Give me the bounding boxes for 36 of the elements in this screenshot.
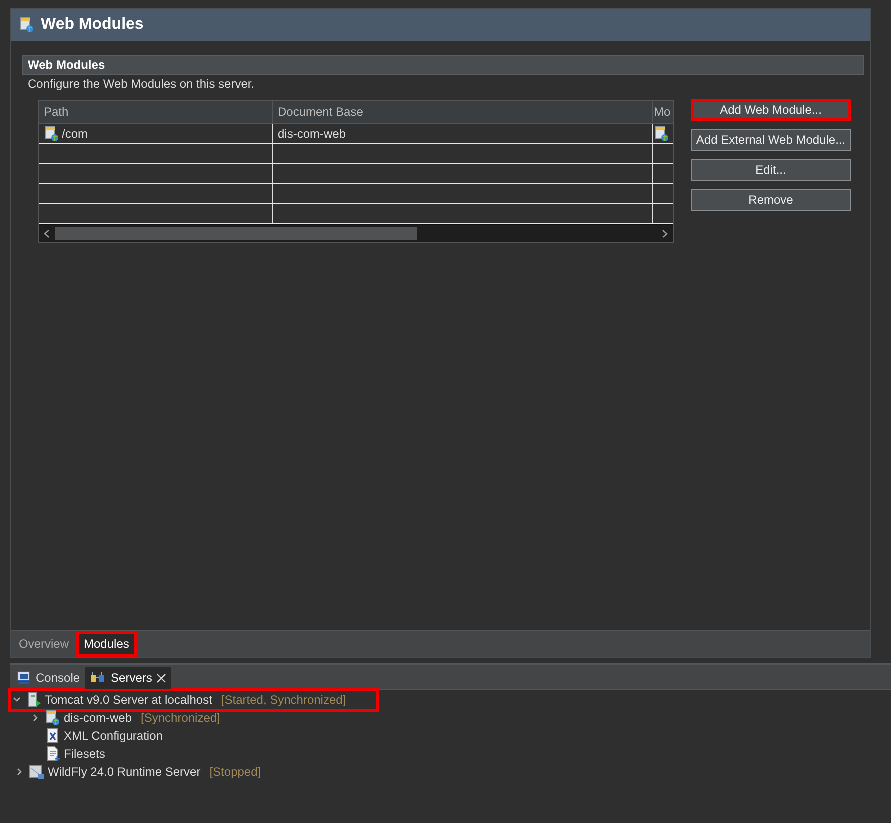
file-icon	[45, 746, 61, 762]
action-button[interactable]: Add Web Module...	[691, 99, 851, 121]
horizontal-scrollbar[interactable]	[39, 224, 673, 242]
console-icon	[17, 671, 31, 685]
section-description: Configure the Web Modules on this server.	[28, 76, 256, 93]
tree-item[interactable]: Tomcat v9.0 Server at localhost	[45, 693, 212, 707]
scroll-left-icon[interactable]	[44, 230, 50, 238]
server-status: [Stopped]	[210, 765, 262, 779]
server-icon	[29, 764, 45, 780]
tree-item[interactable]: Filesets	[64, 747, 106, 761]
tree-item[interactable]: WildFly 24.0 Runtime Server	[48, 765, 201, 779]
close-icon[interactable]	[157, 674, 166, 682]
column-header[interactable]: Document Base	[273, 101, 653, 123]
section-header: Web Modules	[22, 55, 864, 75]
editor-title: Web Modules	[41, 16, 144, 34]
tree-item[interactable]: dis-com-web	[64, 711, 132, 725]
table-cell: /com	[62, 126, 88, 140]
server-icon	[26, 692, 42, 708]
web-module-icon	[45, 710, 61, 726]
action-button[interactable]: Edit...	[691, 159, 851, 181]
column-header[interactable]: Path	[39, 101, 273, 123]
server-status: [Synchronized]	[141, 711, 220, 725]
scroll-right-icon[interactable]	[662, 230, 668, 238]
action-button[interactable]: Add External Web Module...	[691, 129, 851, 151]
view-tab[interactable]: Console	[12, 667, 86, 689]
xml-file-icon	[45, 728, 61, 744]
tree-item[interactable]: XML Configuration	[64, 729, 163, 743]
servers-icon	[90, 671, 106, 685]
page-tab[interactable]: Overview	[14, 634, 74, 654]
table-cell: dis-com-web	[278, 126, 346, 140]
view-tab[interactable]: Servers	[85, 667, 172, 689]
action-button[interactable]: Remove	[691, 189, 851, 211]
web-module-icon	[19, 17, 35, 33]
page-tab[interactable]: Modules	[76, 631, 138, 657]
server-status: [Started, Synchronized]	[221, 693, 346, 707]
column-header[interactable]: Mo	[653, 101, 671, 123]
